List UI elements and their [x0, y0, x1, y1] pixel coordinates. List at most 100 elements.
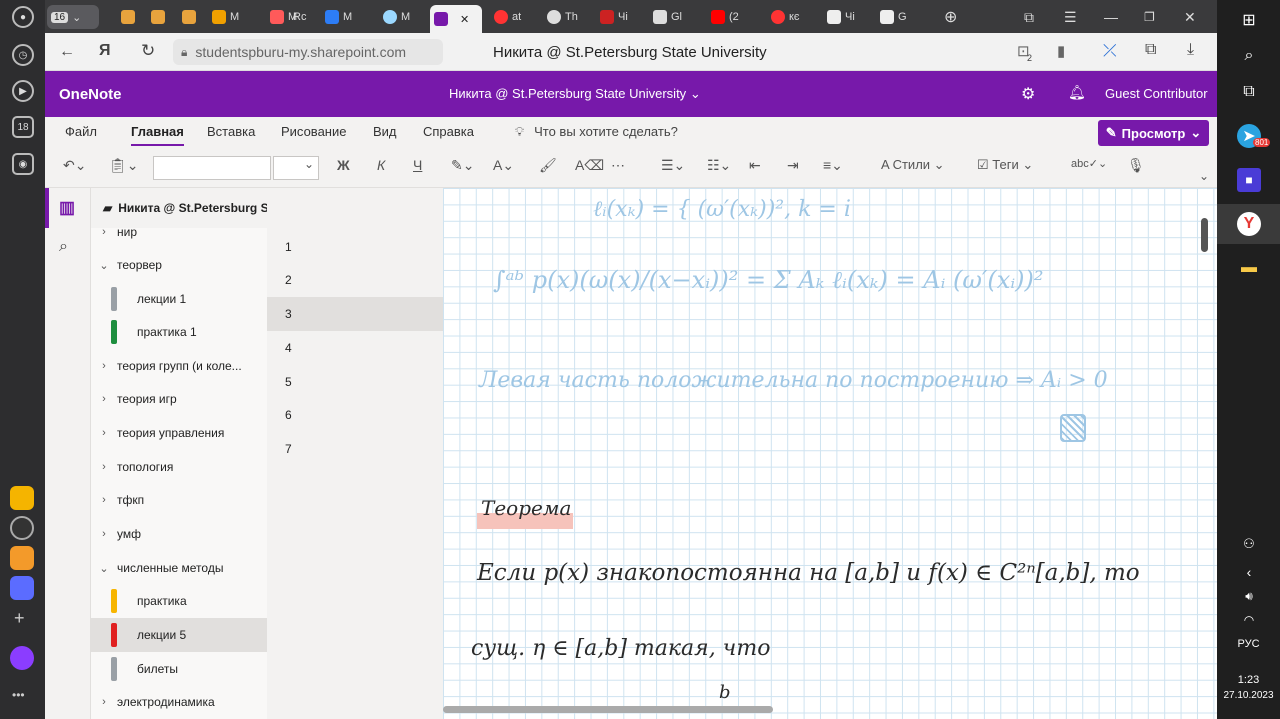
- yandex-browser-icon[interactable]: Y: [1237, 212, 1261, 236]
- font-family-select[interactable]: [153, 156, 271, 180]
- yandex-icon[interactable]: Я: [99, 42, 111, 60]
- underline-button[interactable]: Ч: [413, 157, 422, 173]
- tab-home[interactable]: Главная: [131, 124, 184, 146]
- people-icon[interactable]: ⚇: [1237, 532, 1261, 556]
- numbering-icon[interactable]: ☷⌄: [707, 157, 731, 174]
- tab[interactable]: M: [208, 5, 243, 29]
- profile-icon[interactable]: ●: [12, 6, 34, 28]
- search-icon[interactable]: ⌕: [1237, 44, 1261, 68]
- back-icon[interactable]: ←: [59, 43, 75, 61]
- tab-draw[interactable]: Рисование: [281, 124, 346, 139]
- indent-icon[interactable]: ⇥: [787, 157, 799, 174]
- settings-icon[interactable]: ⚙: [1021, 84, 1035, 104]
- collections-icon[interactable]: ⧉: [1020, 5, 1038, 29]
- view-mode-button[interactable]: ✎ Просмотр ⌄: [1098, 120, 1209, 146]
- notebooks-icon[interactable]: ▥: [59, 198, 75, 218]
- reload-icon[interactable]: ↻: [141, 41, 155, 61]
- volume-icon[interactable]: 🔊︎: [1237, 584, 1261, 608]
- tab-group-counter[interactable]: 16 ⌄: [47, 5, 99, 29]
- section-item[interactable]: практика 1: [91, 315, 267, 349]
- section-item[interactable]: билеты: [91, 652, 267, 686]
- tab[interactable]: M: [379, 5, 414, 29]
- styles-dropdown[interactable]: A Стили ⌄: [881, 157, 945, 173]
- tab[interactable]: M: [321, 5, 356, 29]
- ya-translate-icon[interactable]: ⤫: [1103, 41, 1117, 61]
- clear-format-icon[interactable]: A⌫: [575, 157, 604, 174]
- assistant-icon[interactable]: [10, 646, 34, 670]
- minimize-icon[interactable]: —: [1100, 5, 1122, 29]
- notes-app-icon[interactable]: [10, 486, 34, 510]
- font-color-icon[interactable]: A⌄: [493, 157, 514, 174]
- file-explorer-icon[interactable]: ▬: [1237, 256, 1261, 280]
- section-group[interactable]: › умф: [91, 517, 267, 551]
- page-item[interactable]: 6: [267, 398, 443, 432]
- horizontal-scrollbar[interactable]: [443, 706, 773, 713]
- tab-file[interactable]: Файл: [65, 124, 97, 139]
- section-group[interactable]: › тфкп: [91, 483, 267, 517]
- tab[interactable]: Чі: [823, 5, 859, 29]
- bold-button[interactable]: Ж: [337, 157, 350, 173]
- section-group[interactable]: ⌄ численные методы: [91, 551, 267, 585]
- tags-dropdown[interactable]: ☑ Теги ⌄: [977, 157, 1033, 173]
- window-close-icon[interactable]: ✕: [1180, 5, 1200, 29]
- undo-icon[interactable]: ↶⌄: [63, 157, 86, 174]
- italic-button[interactable]: К: [377, 157, 385, 173]
- mail-app-icon[interactable]: [10, 546, 34, 570]
- search-icon[interactable]: ⌕: [59, 238, 68, 256]
- more-icon[interactable]: •••: [12, 688, 25, 702]
- restore-icon[interactable]: ❐: [1140, 5, 1159, 29]
- ribbon-collapse-icon[interactable]: ⌄: [1199, 169, 1209, 183]
- section-group[interactable]: › теория игр: [91, 382, 267, 416]
- menu-icon[interactable]: ☰: [1060, 5, 1081, 29]
- new-tab-button[interactable]: ⊕: [940, 5, 961, 29]
- format-painter-icon[interactable]: 🖌︎: [539, 157, 557, 174]
- note-canvas[interactable]: ℓᵢ(xₖ) = { (ω′(xₖ))², k = i ∫ᵃᵇ p(x)(ω(x…: [443, 188, 1217, 719]
- bell-icon[interactable]: 🔔︎: [1068, 84, 1086, 101]
- spelling-icon[interactable]: abc✓⌄: [1071, 157, 1107, 170]
- section-group[interactable]: ⌄ теорвер: [91, 248, 267, 282]
- section-group[interactable]: › теория групп (и коле...: [91, 349, 267, 383]
- tab-active-onenote[interactable]: ✕: [430, 5, 482, 33]
- bookmark-icon[interactable]: ▮: [1057, 42, 1065, 60]
- clipboard-icon[interactable]: 📋︎⌄: [109, 157, 139, 174]
- tab-help[interactable]: Справка: [423, 124, 474, 139]
- vertical-scrollbar[interactable]: [1201, 218, 1208, 252]
- page-item[interactable]: 1: [267, 230, 443, 264]
- tab[interactable]: кє: [767, 5, 803, 29]
- clock-date[interactable]: 27.10.2023: [1217, 690, 1280, 701]
- tab[interactable]: at: [490, 5, 525, 29]
- page-item-selected[interactable]: 3: [267, 297, 443, 331]
- play-icon[interactable]: ▶: [12, 80, 34, 102]
- task-view-icon[interactable]: ⧉: [1237, 80, 1261, 104]
- wifi-icon[interactable]: ◠: [1237, 608, 1261, 632]
- tab-insert[interactable]: Вставка: [207, 124, 255, 139]
- tab[interactable]: Rc: [289, 5, 310, 29]
- section-item-selected[interactable]: лекции 5: [91, 618, 267, 652]
- section-item[interactable]: практика: [91, 584, 267, 618]
- section-group[interactable]: › электродинамика: [91, 685, 267, 719]
- page-item[interactable]: 5: [267, 365, 443, 399]
- tab[interactable]: [178, 5, 200, 29]
- download-icon[interactable]: ⤓: [1187, 41, 1194, 59]
- tab[interactable]: [117, 5, 139, 29]
- messenger-app-icon[interactable]: [10, 576, 34, 600]
- alice-app-icon[interactable]: [10, 516, 34, 540]
- notebook-title-dropdown[interactable]: Никита @ St.Petersburg State University …: [449, 86, 701, 102]
- tell-me-search[interactable]: 💡︎ Что вы хотите сделать?: [515, 124, 678, 140]
- windows-start-icon[interactable]: ⊞: [1237, 8, 1261, 32]
- outdent-icon[interactable]: ⇤: [749, 157, 761, 174]
- align-icon[interactable]: ≡⌄: [823, 157, 843, 174]
- app-name[interactable]: OneNote: [59, 86, 122, 103]
- tab[interactable]: Gl: [649, 5, 686, 29]
- extensions-icon[interactable]: ⧉: [1145, 41, 1156, 59]
- clock-time[interactable]: 1:23: [1217, 674, 1280, 686]
- language-indicator[interactable]: РУС: [1217, 638, 1280, 650]
- url-field[interactable]: 🔒︎ studentspburu-my.sharepoint.com: [173, 39, 443, 65]
- chevron-left-icon[interactable]: ‹: [1237, 560, 1261, 584]
- user-name[interactable]: Guest Contributor: [1105, 86, 1208, 101]
- section-group[interactable]: › топология: [91, 450, 267, 484]
- tab[interactable]: Th: [543, 5, 582, 29]
- section-item[interactable]: лекции 1: [91, 282, 267, 316]
- tab[interactable]: Чі: [596, 5, 632, 29]
- tab[interactable]: G: [876, 5, 911, 29]
